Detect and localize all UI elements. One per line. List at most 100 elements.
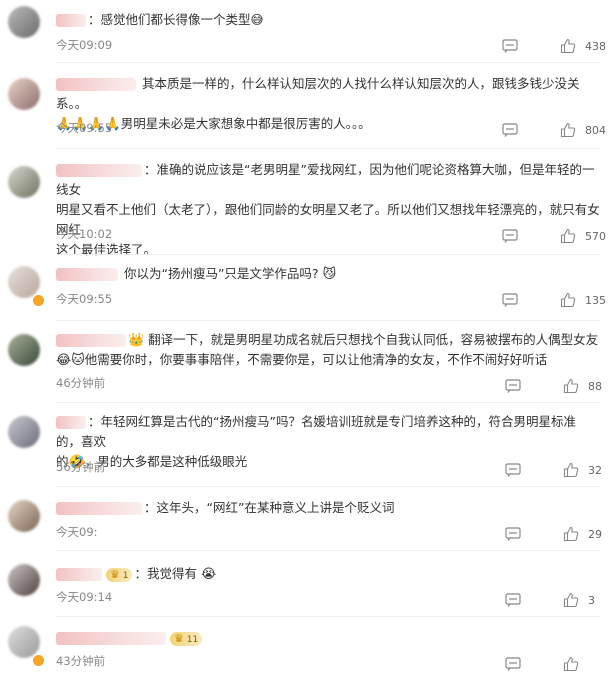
- like-count: 3: [588, 593, 595, 607]
- comment-time: 今天09:55: [56, 121, 113, 135]
- username[interactable]: [56, 502, 142, 515]
- username[interactable]: [56, 568, 102, 581]
- divider: [56, 486, 600, 487]
- reply-icon[interactable]: [502, 293, 518, 307]
- reply-icon[interactable]: [505, 593, 521, 607]
- comment-time: 56分钟前: [56, 460, 106, 474]
- like-icon[interactable]: [563, 592, 579, 608]
- crown-icon: ♛: [110, 567, 120, 581]
- avatar[interactable]: [8, 500, 40, 532]
- comment-item: 你以为“扬州瘦马”只是文学作品吗? 😼 今天09:55 135: [0, 256, 616, 322]
- comment-body: 你以为“扬州瘦马”只是文学作品吗? 😼: [56, 264, 600, 284]
- comment-actions: 88: [505, 378, 606, 394]
- cat-emoji-icon: 😼: [322, 266, 337, 282]
- comment-body: ：准确的说应该是“老男明星”爱找网红，因为他们呢论资格算大咖，但是年轻的一线女 …: [56, 162, 600, 257]
- comment-item: ♛ 11 43分钟前: [0, 620, 616, 674]
- rank-level: 1: [122, 570, 129, 581]
- crown-icon: 👑: [128, 332, 145, 348]
- like-icon[interactable]: [560, 122, 576, 138]
- username[interactable]: [56, 78, 136, 91]
- username[interactable]: [56, 416, 86, 429]
- avatar[interactable]: [8, 78, 40, 110]
- comment-text: 你以为“扬州瘦马”只是文学作品吗?: [123, 266, 319, 281]
- comment-text: 这年头，“网红”在某种意义上讲是个贬义词: [156, 500, 395, 515]
- avatar[interactable]: [8, 266, 40, 298]
- comment-body: 👑 翻译一下，就是男明星功成名就后只想找个自我认同低，容易被摆布的人偶型女友 😂…: [56, 330, 600, 370]
- comment-actions: 135: [502, 292, 606, 308]
- comment-time: 今天09:14: [56, 590, 113, 604]
- comment-actions: 3: [505, 592, 606, 608]
- comment-text: 我觉得有: [147, 566, 198, 581]
- comment-item: ♛ 1 ：我觉得有 😭 今天09:14 3: [0, 556, 616, 618]
- comment-text-2: 他需要你时，你要事事陪伴，不需要你是，可以让他清净的女友，不作不闹好好听话: [84, 352, 548, 367]
- comment-time: 43分钟前: [56, 654, 106, 668]
- reply-icon[interactable]: [502, 229, 518, 243]
- comment-item: ：感觉他们都长得像一个类型😅 今天09:09 438: [0, 0, 616, 63]
- divider: [56, 254, 600, 255]
- verified-badge-icon: [32, 294, 45, 307]
- like-icon[interactable]: [560, 228, 576, 244]
- laugh-emoji-icon: 😂🐱: [56, 352, 85, 368]
- comment-item: ：年轻网红算是古代的“扬州瘦马”吗？名媛培训班就是专门培养这种的，符合男明星标准…: [0, 404, 616, 488]
- comment-actions: [505, 656, 606, 672]
- username[interactable]: [56, 632, 166, 645]
- reply-icon[interactable]: [502, 123, 518, 137]
- reply-icon[interactable]: [505, 463, 521, 477]
- like-count: 29: [588, 527, 602, 541]
- comment-actions: 570: [502, 228, 606, 244]
- comment-item: 👑 翻译一下，就是男明星功成名就后只想找个自我认同低，容易被摆布的人偶型女友 😂…: [0, 322, 616, 404]
- comment-time: 今天09:55: [56, 292, 113, 306]
- reply-icon[interactable]: [505, 527, 521, 541]
- avatar[interactable]: [8, 416, 40, 448]
- crown-icon: ♛: [174, 631, 184, 645]
- like-icon[interactable]: [563, 526, 579, 542]
- reply-icon[interactable]: [505, 379, 521, 393]
- comment-actions: 29: [505, 526, 606, 542]
- comment-body: ：感觉他们都长得像一个类型😅: [56, 10, 600, 30]
- username[interactable]: [56, 14, 86, 27]
- comment-actions: 32: [505, 462, 606, 478]
- like-icon[interactable]: [563, 462, 579, 478]
- rank-level: 11: [186, 634, 199, 645]
- username[interactable]: [56, 164, 142, 177]
- avatar[interactable]: [8, 334, 40, 366]
- verified-badge-icon: [32, 654, 45, 667]
- reply-icon[interactable]: [505, 657, 521, 671]
- like-icon[interactable]: [560, 292, 576, 308]
- comment-actions: 438: [502, 38, 606, 54]
- comment-text: 翻译一下，就是男明星功成名就后只想找个自我认同低，容易被摆布的人偶型女友: [148, 332, 599, 347]
- username[interactable]: [56, 268, 118, 281]
- comment-item: 其本质是一样的，什么样认知层次的人找什么样认知层次的人，跟钱多钱少没关系。。 🙏…: [0, 64, 616, 152]
- avatar[interactable]: [8, 626, 40, 658]
- divider: [56, 62, 600, 63]
- comment-feed: ：感觉他们都长得像一个类型😅 今天09:09 438 其本质是一样的，什么样认知…: [0, 0, 616, 674]
- comment-body: ♛ 11: [56, 628, 600, 648]
- comment-body: ：这年头，“网红”在某种意义上讲是个贬义词: [56, 498, 600, 518]
- avatar[interactable]: [8, 166, 40, 198]
- avatar[interactable]: [8, 6, 40, 38]
- like-count: 804: [585, 123, 606, 137]
- comment-text: 感觉他们都长得像一个类型😅: [100, 12, 264, 27]
- like-icon[interactable]: [560, 38, 576, 54]
- like-count: 438: [585, 39, 606, 53]
- divider: [56, 402, 600, 403]
- avatar[interactable]: [8, 564, 40, 596]
- like-icon[interactable]: [563, 656, 579, 672]
- divider: [56, 616, 600, 617]
- comment-time: 46分钟前: [56, 376, 106, 390]
- comment-item: ：准确的说应该是“老男明星”爱找网红，因为他们呢论资格算大咖，但是年轻的一线女 …: [0, 150, 616, 258]
- divider: [56, 148, 600, 149]
- fan-rank-badge: ♛ 11: [170, 631, 203, 646]
- like-icon[interactable]: [563, 378, 579, 394]
- comment-time: 今天09:: [56, 525, 98, 539]
- cry-emoji-icon: 😭: [201, 566, 217, 582]
- username[interactable]: [56, 334, 126, 347]
- comment-time: 今天10:02: [56, 227, 113, 241]
- like-count: 88: [588, 379, 602, 393]
- like-count: 135: [585, 293, 606, 307]
- divider: [56, 550, 600, 551]
- reply-icon[interactable]: [502, 39, 518, 53]
- like-count: 570: [585, 229, 606, 243]
- divider: [56, 320, 600, 321]
- comment-text-3: ，男的大多都是这种低级眼光: [84, 454, 248, 469]
